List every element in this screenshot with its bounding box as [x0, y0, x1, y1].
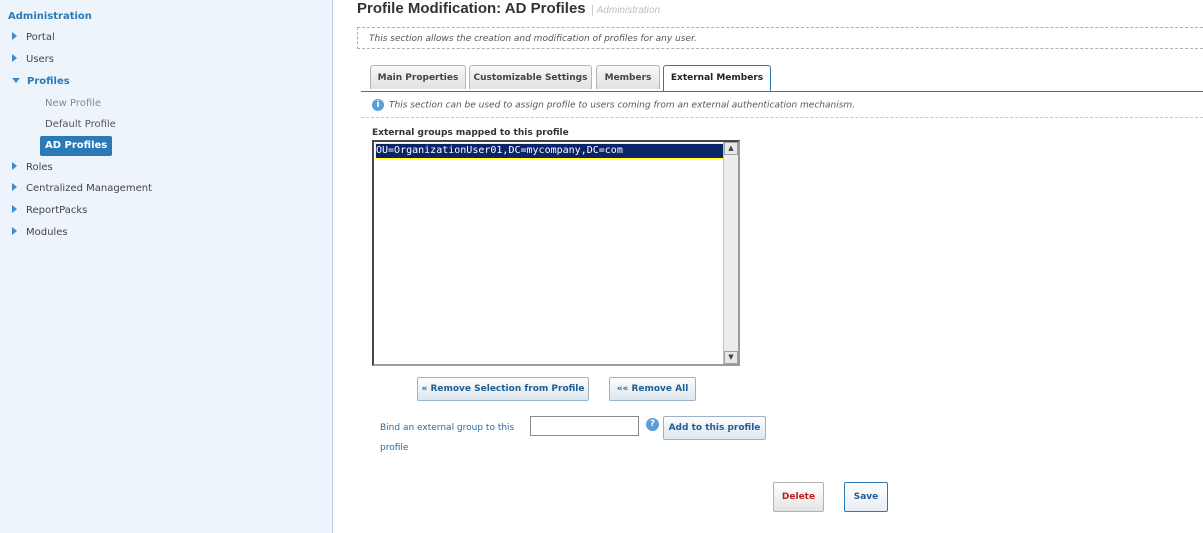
external-group-input[interactable]: [530, 416, 639, 436]
sidebar-item-label: Roles: [26, 162, 53, 173]
list-item[interactable]: OU=OrganizationUser01,DC=mycompany,DC=co…: [375, 143, 725, 159]
expand-arrow-icon: [12, 227, 17, 235]
info-text: This section can be used to assign profi…: [389, 100, 856, 111]
sidebar-subitem-default-profile[interactable]: Default Profile: [45, 117, 116, 133]
tab-main-properties[interactable]: Main Properties: [370, 65, 466, 89]
divider: [361, 117, 1203, 118]
sidebar-item-label: Portal: [26, 32, 55, 43]
sidebar-subitem-new-profile[interactable]: New Profile: [45, 96, 101, 112]
info-icon: i: [372, 99, 384, 111]
expand-arrow-icon: [12, 205, 17, 213]
expand-arrow-icon: [12, 183, 17, 191]
sidebar-item-label: Users: [26, 54, 55, 65]
info-message: i This section can be used to assign prof…: [372, 99, 855, 111]
breadcrumb[interactable]: Administration: [591, 5, 660, 16]
expand-arrow-icon: [12, 162, 17, 170]
tab-members[interactable]: Members: [596, 65, 660, 89]
page-title-text: Profile Modification: AD Profiles: [357, 0, 586, 17]
sidebar-item-users[interactable]: Users: [12, 52, 54, 68]
tab-customizable-settings[interactable]: Customizable Settings: [469, 65, 592, 89]
expand-arrow-icon: [12, 54, 17, 62]
external-groups-listbox[interactable]: OU=OrganizationUser01,DC=mycompany,DC=co…: [372, 140, 740, 366]
sidebar-item-label: Modules: [26, 227, 68, 238]
external-groups-label: External groups mapped to this profile: [372, 128, 569, 138]
sidebar-item-label: ReportPacks: [26, 205, 88, 216]
remove-all-button[interactable]: «« Remove All: [609, 377, 696, 401]
sidebar: Administration Portal Users Profiles New…: [0, 0, 333, 533]
tab-external-members[interactable]: External Members: [663, 65, 771, 91]
sidebar-subitem-ad-profiles[interactable]: AD Profiles: [40, 136, 113, 156]
sidebar-title[interactable]: Administration: [8, 11, 92, 22]
collapse-arrow-icon: [12, 77, 20, 83]
page-title: Profile Modification: AD Profiles Adminis…: [357, 0, 660, 17]
save-button[interactable]: Save: [844, 482, 888, 512]
add-to-profile-button[interactable]: Add to this profile: [663, 416, 766, 440]
sidebar-item-roles[interactable]: Roles: [12, 160, 53, 176]
bind-group-label: Bind an external group to this profile: [380, 423, 515, 453]
remove-selection-button[interactable]: « Remove Selection from Profile: [417, 377, 589, 401]
vertical-scrollbar[interactable]: ▲ ▼: [723, 142, 738, 364]
sidebar-item-modules[interactable]: Modules: [12, 225, 68, 241]
sidebar-item-centralized-management[interactable]: Centralized Management: [12, 181, 152, 197]
sidebar-item-label: Profiles: [27, 76, 70, 87]
sidebar-item-portal[interactable]: Portal: [12, 30, 55, 46]
sidebar-item-label: Centralized Management: [26, 183, 152, 194]
delete-button[interactable]: Delete: [773, 482, 824, 512]
expand-arrow-icon: [12, 32, 17, 40]
sidebar-item-profiles[interactable]: Profiles: [12, 74, 70, 90]
tab-bar: Main Properties Customizable Settings Me…: [361, 65, 1203, 92]
scroll-up-icon[interactable]: ▲: [724, 142, 738, 155]
scroll-down-icon[interactable]: ▼: [724, 351, 738, 364]
help-icon[interactable]: ?: [646, 418, 659, 431]
section-description: This section allows the creation and mod…: [357, 27, 1203, 49]
sidebar-item-reportpacks[interactable]: ReportPacks: [12, 203, 87, 219]
